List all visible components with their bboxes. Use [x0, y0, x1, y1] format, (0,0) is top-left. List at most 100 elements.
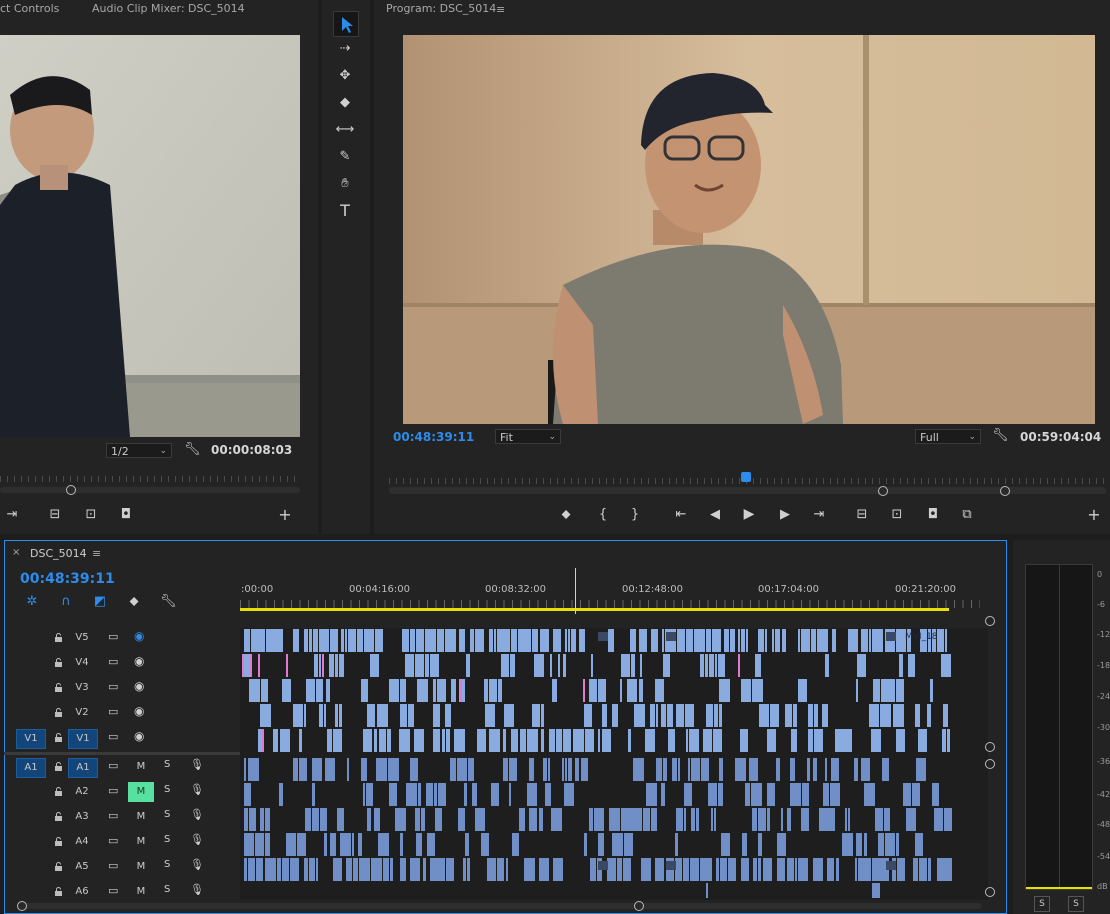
timeline-clip[interactable] [534, 654, 544, 677]
timeline-clip[interactable] [390, 858, 393, 881]
timeline-clip[interactable] [867, 858, 871, 881]
timeline-clip[interactable] [312, 758, 322, 781]
timeline-clip[interactable] [337, 808, 344, 831]
timeline-clip[interactable] [675, 833, 678, 856]
close-tab-icon[interactable]: × [12, 547, 20, 558]
timeline-clip[interactable] [690, 858, 699, 881]
track-target-v4[interactable]: V4 [68, 654, 96, 672]
timeline-clip[interactable] [304, 858, 308, 881]
timeline-clip[interactable] [787, 808, 791, 831]
slip-tool-icon[interactable]: ⟷ [334, 122, 356, 138]
timeline-clip[interactable] [942, 729, 946, 752]
timeline-clip[interactable] [510, 654, 515, 677]
timeline-clip[interactable] [878, 833, 884, 856]
timeline-clip[interactable] [434, 858, 445, 881]
timeline-clip[interactable] [402, 629, 409, 652]
program-current-timecode[interactable]: 00:48:39:11 [393, 430, 474, 444]
timeline-clip[interactable] [523, 808, 525, 831]
snap-magnet-icon[interactable]: ∩ [58, 594, 74, 610]
timeline-clip[interactable] [686, 729, 688, 752]
timeline-clip[interactable] [506, 858, 508, 881]
wrench-icon[interactable]: 🔧︎ [184, 442, 201, 458]
timeline-clip[interactable] [767, 783, 775, 806]
timeline-clip[interactable] [415, 808, 420, 831]
timeline-clip[interactable] [822, 704, 828, 727]
timeline-clip[interactable] [893, 704, 904, 727]
timeline-clip[interactable] [503, 729, 506, 752]
timeline-clip[interactable] [433, 729, 440, 752]
timeline-clip[interactable] [481, 833, 489, 856]
program-playhead-marker[interactable] [741, 472, 751, 482]
timeline-clip[interactable] [502, 858, 504, 881]
timeline-clip[interactable] [700, 654, 704, 677]
timeline-clip[interactable] [607, 858, 616, 881]
timeline-clip[interactable] [612, 833, 623, 856]
timeline-clip[interactable] [299, 758, 307, 781]
timeline-clip[interactable] [504, 704, 514, 727]
track-target-v2[interactable]: V2 [68, 704, 96, 722]
timeline-clip[interactable] [379, 729, 386, 752]
timeline-clip[interactable] [260, 704, 271, 727]
timeline-clip[interactable] [335, 704, 338, 727]
timeline-clip[interactable] [752, 808, 757, 831]
timeline-clip[interactable] [711, 808, 713, 831]
timeline-clip[interactable] [378, 833, 389, 856]
timeline-clip[interactable] [689, 729, 699, 752]
timeline-clip[interactable] [347, 758, 349, 781]
timeline-clip[interactable] [571, 629, 576, 652]
microphone-icon[interactable]: 🎙︎ [190, 883, 204, 896]
timeline-clip[interactable] [919, 858, 927, 881]
timeline-clip[interactable] [509, 783, 511, 806]
timeline-clip[interactable] [787, 858, 794, 881]
timeline-clip[interactable] [857, 654, 866, 677]
timeline-clip[interactable] [509, 758, 517, 781]
timeline-clip[interactable] [532, 629, 538, 652]
timeline-clip[interactable] [313, 629, 318, 652]
source-patch-v1[interactable]: V1 [16, 729, 46, 749]
timeline-clip[interactable] [345, 629, 347, 652]
timeline-clip[interactable] [598, 729, 600, 752]
timeline-clip[interactable] [305, 808, 311, 831]
timeline-clip[interactable] [446, 729, 450, 752]
timeline-clip[interactable] [807, 758, 810, 781]
timeline-clip[interactable] [470, 629, 474, 652]
timeline-clip[interactable] [594, 808, 604, 831]
sync-lock-icon[interactable]: ▭ [108, 730, 118, 743]
timeline-clip[interactable] [255, 833, 264, 856]
timeline-clip[interactable] [491, 783, 499, 806]
timeline-clip[interactable] [609, 808, 620, 831]
timeline-clip[interactable] [260, 808, 264, 831]
track-target-a1[interactable]: A1 [68, 758, 98, 778]
timeline-clip[interactable] [776, 758, 780, 781]
timeline-clip[interactable] [944, 808, 952, 831]
sync-lock-icon[interactable]: ▭ [108, 630, 118, 643]
timeline-clip[interactable] [663, 758, 667, 781]
timeline-clip[interactable] [539, 808, 543, 831]
timeline-clip[interactable] [563, 729, 571, 752]
timeline-clip[interactable] [755, 654, 761, 677]
timeline-clip[interactable] [808, 704, 813, 727]
timeline-clip[interactable] [884, 808, 890, 831]
timeline-clip[interactable] [798, 679, 807, 702]
sync-lock-icon[interactable]: ▭ [108, 884, 118, 897]
timeline-clip[interactable] [316, 858, 318, 881]
timeline-clip[interactable] [930, 679, 933, 702]
timeline-clip[interactable] [445, 704, 451, 727]
razor-tool-icon[interactable]: ◆ [336, 95, 354, 111]
timeline-clip[interactable] [589, 808, 593, 831]
program-monitor-title[interactable]: Program: DSC_5014 [386, 2, 496, 15]
timeline-clip[interactable] [835, 729, 845, 752]
timeline-clip[interactable] [489, 679, 497, 702]
timeline-h-handle-mid[interactable] [634, 901, 644, 911]
timeline-clip[interactable] [324, 833, 327, 856]
timeline-clip[interactable] [676, 808, 683, 831]
timeline-clip[interactable] [280, 729, 285, 752]
timeline-clip[interactable] [423, 858, 426, 881]
timeline-clip[interactable] [627, 679, 637, 702]
program-quality-dropdown[interactable]: Full ⌄ [915, 429, 981, 444]
timeline-clip[interactable] [735, 758, 746, 781]
timeline-clip[interactable] [244, 629, 250, 652]
solo-button[interactable]: S [164, 784, 170, 795]
tab-effect-controls[interactable]: ct Controls [0, 2, 59, 15]
eye-hidden-icon[interactable]: ◉ [134, 629, 144, 643]
